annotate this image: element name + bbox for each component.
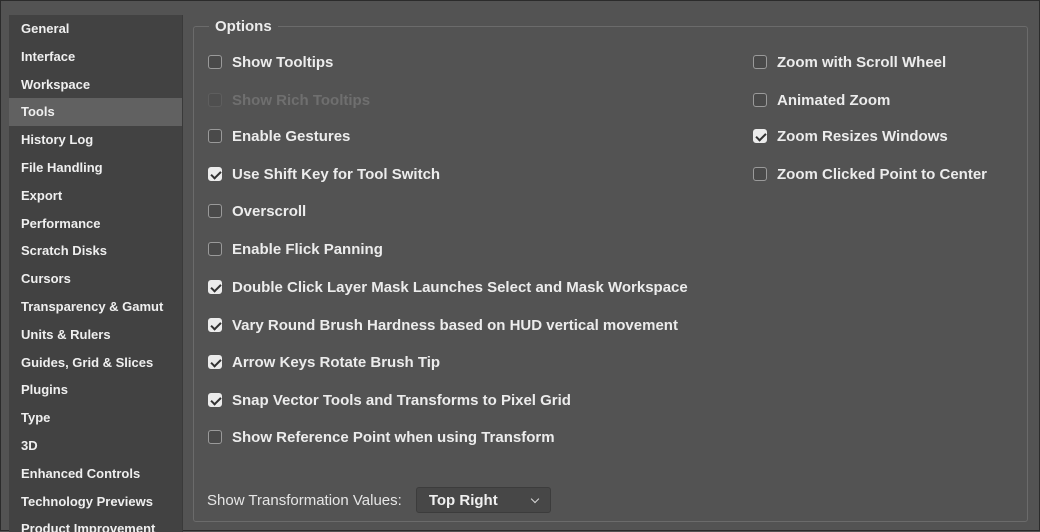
option-label: Show Rich Tooltips: [232, 91, 371, 109]
option-label: Vary Round Brush Hardness based on HUD v…: [232, 316, 678, 334]
option-show-rich-tooltips: Show Rich Tooltips: [208, 89, 370, 111]
sidebar-item-technology-previews[interactable]: Technology Previews: [9, 488, 182, 516]
sidebar-item-history-log[interactable]: History Log: [9, 126, 182, 154]
checkbox-icon[interactable]: [208, 129, 222, 143]
checkbox-icon: [208, 93, 222, 107]
options-title: Options: [209, 17, 278, 37]
option-zoom-resizes-windows[interactable]: Zoom Resizes Windows: [753, 125, 948, 147]
sidebar-item-file-handling[interactable]: File Handling: [9, 154, 182, 182]
option-label: Zoom with Scroll Wheel: [777, 53, 947, 71]
option-label: Enable Gestures: [232, 127, 351, 145]
option-show-tooltips[interactable]: Show Tooltips: [208, 51, 333, 73]
option-label: Show Reference Point when using Transfor…: [232, 428, 555, 446]
checkbox-checked-icon[interactable]: [208, 393, 222, 407]
option-double-click-layer-mask[interactable]: Double Click Layer Mask Launches Select …: [208, 276, 688, 298]
sidebar-item-workspace[interactable]: Workspace: [9, 71, 182, 99]
sidebar-item-cursors[interactable]: Cursors: [9, 265, 182, 293]
option-label: Show Tooltips: [232, 53, 334, 71]
option-overscroll[interactable]: Overscroll: [208, 200, 306, 222]
option-label: Snap Vector Tools and Transforms to Pixe…: [232, 391, 571, 409]
checkbox-icon[interactable]: [753, 167, 767, 181]
option-label: Arrow Keys Rotate Brush Tip: [232, 353, 441, 371]
sidebar-item-transparency-gamut[interactable]: Transparency & Gamut: [9, 293, 182, 321]
sidebar-item-guides-grid-slices[interactable]: Guides, Grid & Slices: [9, 349, 182, 377]
option-enable-gestures[interactable]: Enable Gestures: [208, 125, 350, 147]
sidebar-item-export[interactable]: Export: [9, 182, 182, 210]
sidebar-item-3d[interactable]: 3D: [9, 432, 182, 460]
chevron-down-icon: [530, 494, 540, 504]
preferences-window: General Interface Workspace Tools Histor…: [0, 0, 1040, 532]
sidebar-item-general[interactable]: General: [9, 15, 182, 43]
option-zoom-with-scroll-wheel[interactable]: Zoom with Scroll Wheel: [753, 51, 946, 73]
option-snap-vector-tools[interactable]: Snap Vector Tools and Transforms to Pixe…: [208, 389, 571, 411]
option-label: Overscroll: [232, 202, 307, 220]
option-label: Enable Flick Panning: [232, 240, 383, 258]
transformation-values-label: Show Transformation Values:: [207, 491, 402, 509]
preferences-sidebar: General Interface Workspace Tools Histor…: [9, 15, 183, 532]
option-label: Double Click Layer Mask Launches Select …: [232, 278, 688, 296]
sidebar-item-plugins[interactable]: Plugins: [9, 376, 182, 404]
sidebar-item-type[interactable]: Type: [9, 404, 182, 432]
transformation-values-selected: Top Right: [428, 491, 498, 509]
transformation-values-select[interactable]: Top Right: [415, 487, 551, 513]
sidebar-item-product-improvement[interactable]: Product Improvement: [9, 515, 182, 532]
checkbox-icon[interactable]: [208, 55, 222, 69]
sidebar-item-interface[interactable]: Interface: [9, 43, 182, 71]
sidebar-item-tools[interactable]: Tools: [9, 98, 182, 127]
sidebar-item-units-rulers[interactable]: Units & Rulers: [9, 321, 182, 349]
option-arrow-keys-rotate-brush[interactable]: Arrow Keys Rotate Brush Tip: [208, 351, 440, 373]
checkbox-icon[interactable]: [208, 204, 222, 218]
option-use-shift-key-tool-switch[interactable]: Use Shift Key for Tool Switch: [208, 163, 440, 185]
checkbox-checked-icon[interactable]: [208, 280, 222, 294]
checkbox-icon[interactable]: [753, 55, 767, 69]
option-animated-zoom[interactable]: Animated Zoom: [753, 89, 890, 111]
checkbox-icon[interactable]: [208, 242, 222, 256]
option-show-reference-point[interactable]: Show Reference Point when using Transfor…: [208, 426, 555, 448]
transformation-values-row: Show Transformation Values: Top Right: [207, 487, 551, 513]
option-label: Animated Zoom: [777, 91, 891, 109]
checkbox-icon[interactable]: [753, 93, 767, 107]
option-label: Zoom Clicked Point to Center: [777, 165, 988, 183]
checkbox-checked-icon[interactable]: [753, 129, 767, 143]
checkbox-checked-icon[interactable]: [208, 318, 222, 332]
sidebar-item-enhanced-controls[interactable]: Enhanced Controls: [9, 460, 182, 488]
option-label: Use Shift Key for Tool Switch: [232, 165, 441, 183]
option-zoom-clicked-point-to-center[interactable]: Zoom Clicked Point to Center: [753, 163, 987, 185]
sidebar-item-performance[interactable]: Performance: [9, 210, 182, 238]
checkbox-checked-icon[interactable]: [208, 355, 222, 369]
checkbox-icon[interactable]: [208, 430, 222, 444]
sidebar-item-scratch-disks[interactable]: Scratch Disks: [9, 237, 182, 265]
option-enable-flick-panning[interactable]: Enable Flick Panning: [208, 238, 383, 260]
checkbox-checked-icon[interactable]: [208, 167, 222, 181]
option-vary-round-brush-hardness[interactable]: Vary Round Brush Hardness based on HUD v…: [208, 314, 678, 336]
option-label: Zoom Resizes Windows: [777, 127, 948, 145]
